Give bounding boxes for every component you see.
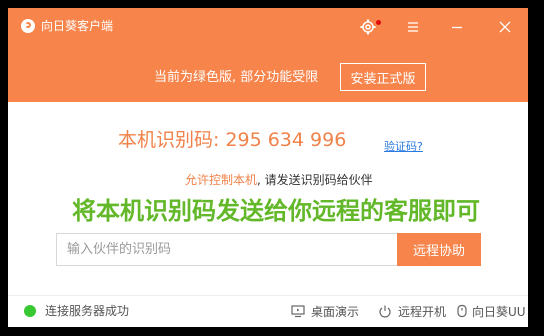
sunlogin-uu-label: 向日葵UU [472, 304, 526, 319]
local-id-row: 本机识别码: 295 634 996 [118, 128, 346, 152]
minimize-icon[interactable] [448, 18, 466, 36]
header: 向日葵客户端 当前为绿色版, 部分功能受限 安装正式版 [8, 8, 528, 102]
connection-status-text: 连接服务器成功 [45, 304, 130, 318]
uu-icon [455, 304, 469, 318]
desktop-demo-button[interactable]: 桌面演示 [291, 301, 359, 321]
verification-code-link[interactable]: 验证码? [384, 138, 423, 154]
trial-notice: 当前为绿色版, 部分功能受限 [154, 70, 319, 85]
app-window: 向日葵客户端 当前为绿色版, 部分功能受限 安装正式版 本机识别码: 295 6… [8, 8, 528, 327]
status-bar: 连接服务器成功 桌面演示 远程开机 向日葵UU [8, 295, 528, 327]
remote-boot-label: 远程开机 [398, 304, 447, 319]
instruction-headline: 将本机识别码发送给你远程的客服即可 [72, 197, 480, 225]
remote-boot-button[interactable]: 远程开机 [378, 301, 446, 321]
partner-id-input[interactable] [56, 233, 398, 266]
connection-status-icon [24, 305, 36, 317]
notification-dot [376, 20, 381, 25]
allow-control-hint: , 请发送识别码给伙伴 [257, 173, 373, 187]
install-full-version-button[interactable]: 安装正式版 [340, 63, 426, 91]
remote-assist-button[interactable]: 远程协助 [397, 233, 481, 266]
power-icon [378, 304, 392, 318]
app-title: 向日葵客户端 [41, 19, 114, 33]
local-id-value: 295 634 996 [225, 129, 347, 151]
close-icon[interactable] [496, 18, 514, 36]
desktop-demo-label: 桌面演示 [311, 304, 360, 319]
gear-icon[interactable] [359, 18, 377, 36]
menu-icon[interactable] [404, 18, 422, 36]
sunlogin-uu-button[interactable]: 向日葵UU [455, 301, 526, 321]
title-bar: 向日葵客户端 [8, 8, 528, 46]
app-logo-icon [21, 19, 35, 33]
allow-control-row: 允许控制本机, 请发送识别码给伙伴 [185, 172, 373, 188]
allow-control-link[interactable]: 允许控制本机 [185, 173, 257, 187]
local-id-label: 本机识别码: [118, 129, 220, 151]
monitor-icon [291, 304, 305, 318]
